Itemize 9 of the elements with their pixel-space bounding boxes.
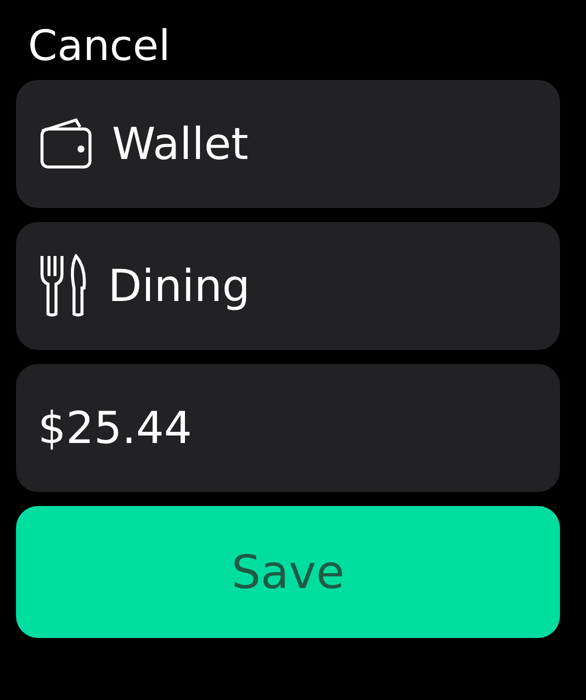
dining-row[interactable]: Dining xyxy=(16,222,560,350)
row-label: Dining xyxy=(108,260,250,312)
wallet-row[interactable]: Wallet xyxy=(16,80,560,208)
wallet-icon xyxy=(38,117,94,171)
cancel-button[interactable]: Cancel xyxy=(28,20,170,72)
save-button[interactable]: Save xyxy=(16,506,560,638)
amount-text: $25.44 xyxy=(38,402,192,454)
row-label: Wallet xyxy=(112,118,248,170)
amount-row[interactable]: $25.44 xyxy=(16,364,560,492)
